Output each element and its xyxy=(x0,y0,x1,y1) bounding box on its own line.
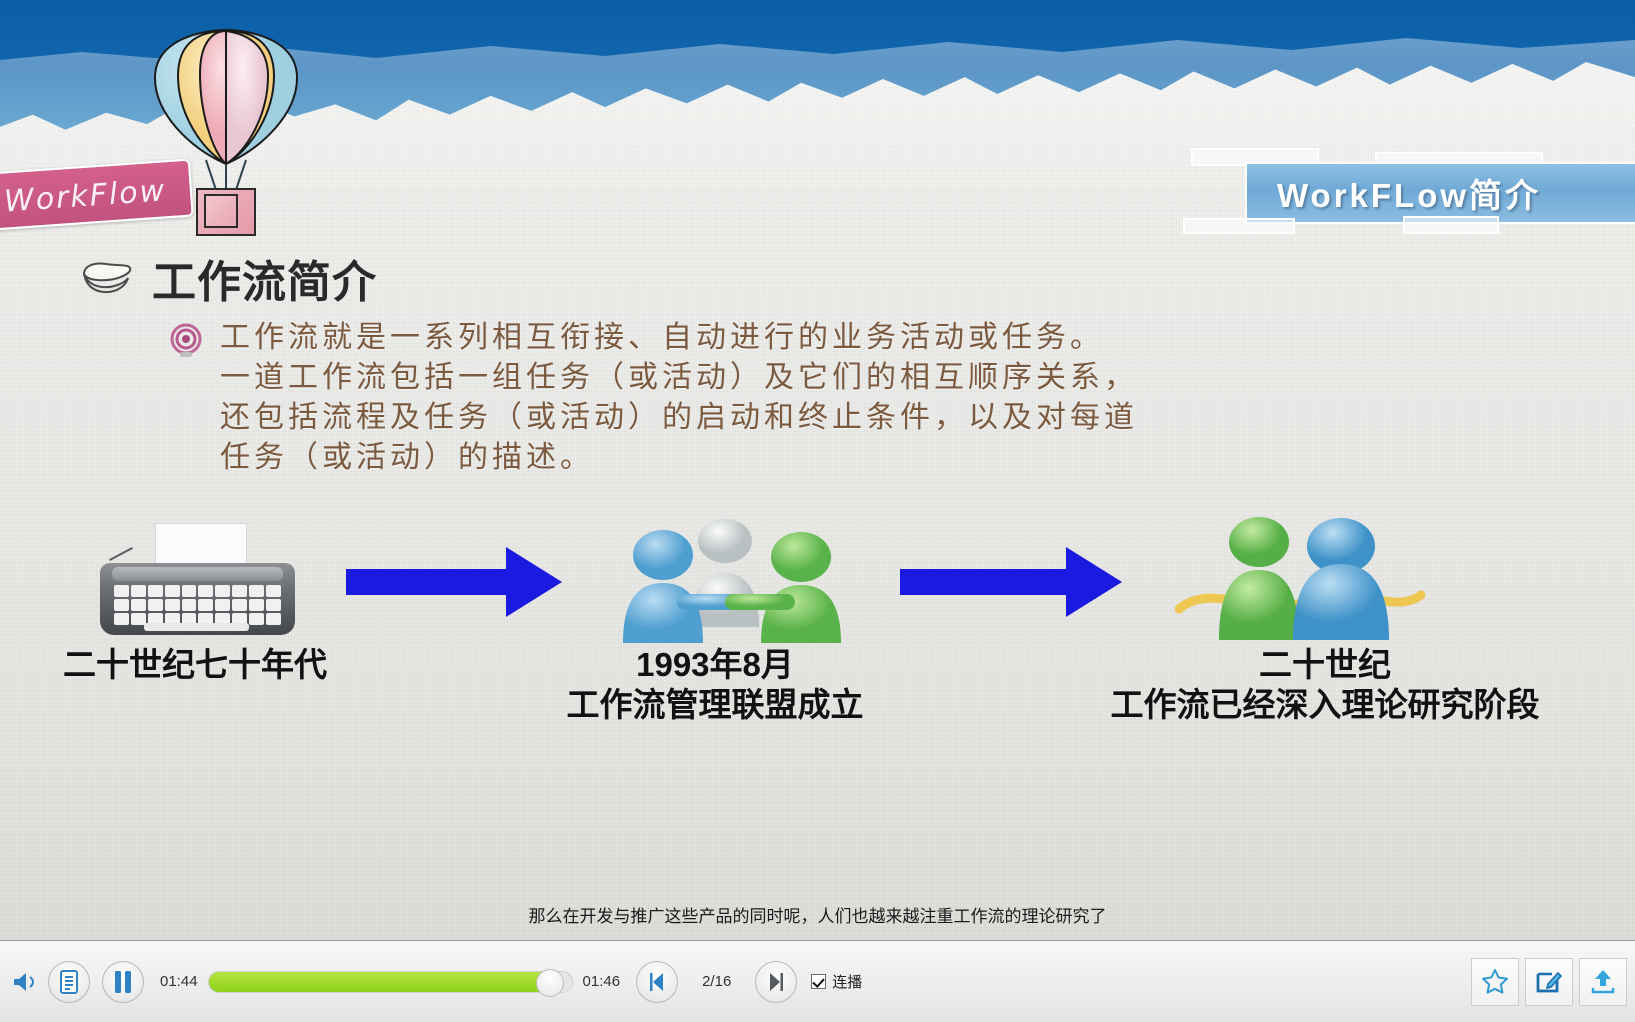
paragraph-line: 一道工作流包括一组任务（或活动）及它们的相互顺序关系， xyxy=(220,360,1138,395)
slide-title-text: WorkFLow简介 xyxy=(1277,177,1542,214)
pencil-square-icon[interactable] xyxy=(1525,957,1573,1006)
paragraph-line: 任务（或活动）的描述。 xyxy=(220,440,594,475)
section-heading-text: 工作流简介 xyxy=(152,258,377,307)
share-icon[interactable] xyxy=(1579,957,1627,1006)
slide-title-badge: WorkFLow简介 xyxy=(1245,162,1635,224)
paragraph-line: 工作流就是一系列相互衔接、自动进行的业务活动或任务。 xyxy=(220,320,1104,355)
paragraph-line: 还包括流程及任务（或活动）的启动和终止条件，以及对每道 xyxy=(220,400,1138,435)
star-icon[interactable] xyxy=(1471,957,1519,1006)
timeline-label-line: 1993年8月 xyxy=(636,646,794,683)
timeline-diagram: 二十世纪七十年代 1993年8月 工作流管理联盟成立 二十世纪 工作流已经深入理… xyxy=(0,505,1635,755)
timeline-label-2: 1993年8月 工作流管理联盟成立 xyxy=(505,645,925,725)
timeline-label-line: 二十世纪 xyxy=(1259,646,1391,683)
people-handshake-icon xyxy=(605,515,845,643)
document-icon[interactable] xyxy=(48,960,90,1003)
progress-slider[interactable] xyxy=(207,968,573,997)
title-tab-lower-right xyxy=(1403,216,1499,234)
checkbox-box[interactable] xyxy=(811,974,827,989)
next-icon[interactable] xyxy=(755,960,798,1003)
timeline-label-1: 二十世纪七十年代 xyxy=(0,645,390,685)
target-icon xyxy=(168,322,204,358)
body-paragraph: 工作流就是一系列相互衔接、自动进行的业务活动或任务。 一道工作流包括一组任务（或… xyxy=(168,318,1468,478)
workflow-banner-left-text: WorkFlow xyxy=(2,173,168,220)
timeline-label-3: 二十世纪 工作流已经深入理论研究阶段 xyxy=(1005,645,1635,725)
arrow-right-icon xyxy=(900,547,1126,617)
subtitle-caption: 那么在开发与推广这些产品的同时呢，人们也越来越注重工作流的理论研究了 xyxy=(528,907,1107,926)
title-tab-lower-left xyxy=(1183,218,1295,234)
progress-knob[interactable] xyxy=(535,968,564,997)
player-toolbar: 01:44 01:46 2/16 连播 xyxy=(0,940,1635,1022)
autoplay-checkbox[interactable]: 连播 xyxy=(803,971,862,992)
timeline-label-line: 工作流已经深入理论研究阶段 xyxy=(1110,686,1540,723)
typewriter-icon xyxy=(100,523,295,638)
page-indicator: 2/16 xyxy=(702,973,732,990)
people-network-icon xyxy=(1195,510,1430,640)
slide-stage: WorkFlow WorkFLow简介 工作流简介 工作流就是一系列相互衔接、自… xyxy=(0,0,1635,940)
current-time: 01:44 xyxy=(160,973,198,990)
arrow-right-icon xyxy=(346,547,562,617)
autoplay-label: 连播 xyxy=(832,974,863,991)
timeline-label-line: 二十世纪七十年代 xyxy=(63,646,327,683)
balloon-basket-inner xyxy=(204,194,238,228)
previous-icon[interactable] xyxy=(636,960,679,1003)
hot-air-balloon-graphic: WorkFlow xyxy=(0,28,300,236)
section-heading: 工作流简介 xyxy=(78,246,377,310)
folded-paper-icon xyxy=(78,258,134,298)
pause-icon[interactable] xyxy=(102,960,144,1003)
progress-fill xyxy=(208,971,550,992)
timeline-label-line: 工作流管理联盟成立 xyxy=(566,686,864,723)
total-time: 01:46 xyxy=(582,973,621,990)
volume-icon[interactable] xyxy=(8,965,42,999)
